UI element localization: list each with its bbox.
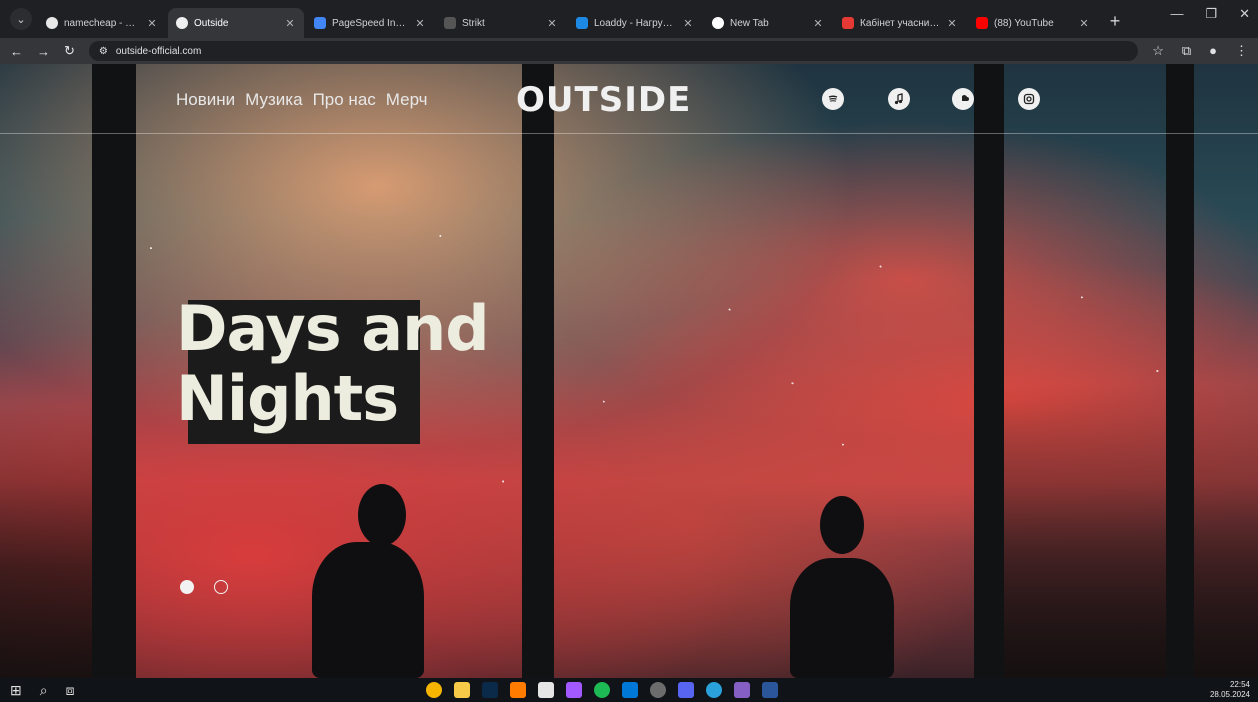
tab-youtube[interactable]: (88) YouTube ✕ <box>968 8 1098 38</box>
nav-link-about[interactable]: Про нас <box>313 90 376 110</box>
nav-link-music[interactable]: Музика <box>245 90 302 110</box>
tab-loaddy[interactable]: Loaddy - Нагрузочное т ✕ <box>568 8 702 38</box>
extensions-icon[interactable]: ⧉ <box>1182 43 1191 59</box>
person-silhouette-right-head <box>820 496 864 554</box>
new-tab-button[interactable]: + <box>1104 10 1126 32</box>
clock-time: 22:54 <box>1229 680 1250 689</box>
vscode-icon[interactable] <box>622 682 638 698</box>
url-text: outside-official.com <box>115 45 202 57</box>
forward-icon[interactable]: → <box>37 44 50 59</box>
main-nav: Новини Музика Про нас Мерч <box>176 90 428 110</box>
obs-icon[interactable] <box>650 682 666 698</box>
close-icon[interactable]: ✕ <box>1078 17 1090 30</box>
cabinet-favicon-icon <box>842 17 854 29</box>
profile-avatar-icon[interactable]: ● <box>1209 43 1217 59</box>
tree-silhouette-left <box>0 404 92 678</box>
google-favicon-icon <box>46 17 58 29</box>
search-icon[interactable]: ⌕ <box>40 682 48 699</box>
telegram-icon[interactable] <box>706 682 722 698</box>
tab-title: New Tab <box>730 17 769 29</box>
spotify-icon[interactable] <box>594 682 610 698</box>
tab-title: namecheap - Поиск в Go <box>64 17 140 29</box>
apple-music-icon[interactable] <box>888 88 910 110</box>
close-icon[interactable]: ✕ <box>812 17 824 30</box>
close-icon[interactable]: ✕ <box>284 17 296 30</box>
site-info-icon[interactable]: ⚙ <box>99 46 108 57</box>
close-icon[interactable]: ✕ <box>546 17 558 30</box>
os-taskbar: ⊞ ⌕ ⧈ 22:54 28.05.2024 <box>0 678 1258 702</box>
site-logo[interactable]: OUTSIDE <box>516 80 691 120</box>
tab-title: Кабінет учасника вступ <box>860 17 940 29</box>
tab-title: Strikt <box>462 17 485 29</box>
loaddy-favicon-icon <box>576 17 588 29</box>
strikt-favicon-icon <box>444 17 456 29</box>
tab-title: Outside <box>194 17 229 29</box>
chrome-favicon-icon <box>712 17 724 29</box>
window-controls: — ❐ ✕ <box>1170 6 1250 22</box>
outside-favicon-icon <box>176 17 188 29</box>
vs-icon[interactable] <box>734 682 750 698</box>
website-viewport: Новини Музика Про нас Мерч OUTSIDE Days … <box>0 64 1258 678</box>
window-frame <box>1166 64 1194 678</box>
spotify-icon[interactable] <box>822 88 844 110</box>
nav-link-merch[interactable]: Мерч <box>386 90 428 110</box>
discord-icon[interactable] <box>678 682 694 698</box>
tab-strikt[interactable]: Strikt ✕ <box>436 8 566 38</box>
photoshop-icon[interactable] <box>482 682 498 698</box>
clock-date: 28.05.2024 <box>1209 690 1250 699</box>
tab-new-tab[interactable]: New Tab ✕ <box>704 8 832 38</box>
hero-title: Days and Nights <box>176 292 490 435</box>
site-header: Новини Музика Про нас Мерч OUTSIDE <box>0 64 1258 134</box>
close-icon[interactable]: ✕ <box>146 17 158 30</box>
instagram-icon[interactable] <box>1018 88 1040 110</box>
close-icon[interactable]: ✕ <box>414 17 426 30</box>
notion-icon[interactable] <box>538 682 554 698</box>
files-icon[interactable] <box>454 682 470 698</box>
tab-title: Loaddy - Нагрузочное т <box>594 17 676 29</box>
tab-strip: namecheap - Поиск в Go ✕ Outside ✕ PageS… <box>38 6 1100 38</box>
close-icon[interactable]: ✕ <box>946 17 958 30</box>
browser-toolbar: ← → ↻ ⚙ outside-official.com ☆ ⧉ ● ⋮ <box>0 38 1258 64</box>
tab-title: (88) YouTube <box>994 17 1054 29</box>
restore-icon[interactable]: ❐ <box>1205 6 1217 22</box>
minimize-icon[interactable]: — <box>1170 6 1183 22</box>
person-silhouette-left <box>312 542 424 678</box>
pagespeed-favicon-icon <box>314 17 326 29</box>
reload-icon[interactable]: ↻ <box>64 43 75 59</box>
person-silhouette-left-head <box>358 484 406 546</box>
tab-search-button[interactable]: ⌄ <box>10 8 32 30</box>
browser-tabbar: ⌄ namecheap - Поиск в Go ✕ Outside ✕ Pag… <box>0 0 1258 38</box>
tab-cabinet[interactable]: Кабінет учасника вступ ✕ <box>834 8 966 38</box>
close-icon[interactable]: ✕ <box>682 17 694 30</box>
tree-silhouette-right <box>998 384 1258 678</box>
slider-dot[interactable] <box>214 580 228 594</box>
address-bar[interactable]: ⚙ outside-official.com <box>88 41 1139 61</box>
system-clock[interactable]: 22:54 28.05.2024 <box>1210 680 1250 700</box>
window-frame <box>974 64 1004 678</box>
figma-icon[interactable] <box>566 682 582 698</box>
nav-link-news[interactable]: Новини <box>176 90 235 110</box>
taskbar-apps <box>426 682 778 698</box>
windows-start-icon[interactable]: ⊞ <box>10 682 22 699</box>
close-window-icon[interactable]: ✕ <box>1239 6 1250 22</box>
person-silhouette-right <box>790 558 894 678</box>
slider-pagination <box>180 580 228 594</box>
slider-dot-active[interactable] <box>180 580 194 594</box>
word-icon[interactable] <box>762 682 778 698</box>
illustrator-icon[interactable] <box>510 682 526 698</box>
tab-outside[interactable]: Outside ✕ <box>168 8 304 38</box>
tab-title: PageSpeed Insights <box>332 17 408 29</box>
chrome-icon[interactable] <box>426 682 442 698</box>
window-frame <box>522 64 554 678</box>
soundcloud-icon[interactable] <box>952 88 974 110</box>
tab-pagespeed[interactable]: PageSpeed Insights ✕ <box>306 8 434 38</box>
menu-dots-icon[interactable]: ⋮ <box>1235 43 1248 59</box>
back-icon[interactable]: ← <box>10 44 23 59</box>
youtube-favicon-icon <box>976 17 988 29</box>
tab-namecheap[interactable]: namecheap - Поиск в Go ✕ <box>38 8 166 38</box>
bookmark-star-icon[interactable]: ☆ <box>1152 43 1164 59</box>
window-frame <box>92 64 136 678</box>
task-view-icon[interactable]: ⧈ <box>66 682 75 699</box>
